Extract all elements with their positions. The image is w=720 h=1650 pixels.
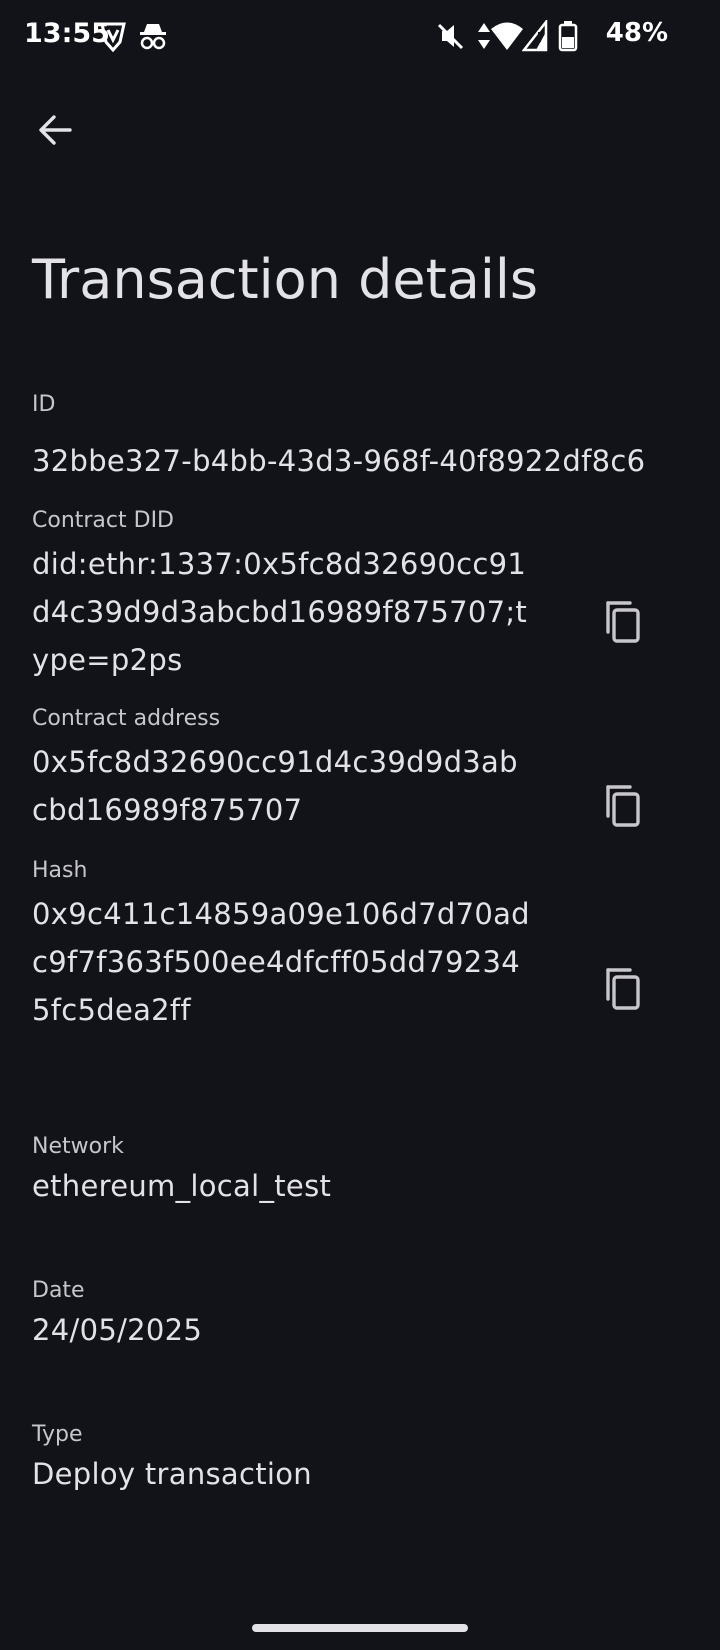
content-copy-icon xyxy=(606,968,640,1010)
battery-icon xyxy=(558,21,578,52)
id-value: 32bbe327-b4bb-43d3-968f-40f8922df8c6 xyxy=(32,444,646,478)
date-value: 24/05/2025 xyxy=(32,1313,203,1347)
contract-address-value: 0x5fc8d32690cc91d4c39d9d3ab cbd16989f875… xyxy=(32,745,518,827)
network-label: Network xyxy=(32,1134,124,1159)
date-label: Date xyxy=(32,1278,85,1303)
contract-address-label: Contract address xyxy=(32,706,221,731)
network-value: ethereum_local_test xyxy=(32,1169,332,1203)
page-title: Transaction details xyxy=(32,248,538,311)
vibrate-mute-icon xyxy=(437,23,464,50)
wifi-icon xyxy=(491,22,523,50)
content-copy-icon xyxy=(606,785,640,827)
copy-contract-did-button[interactable] xyxy=(600,597,648,645)
hash-value: 0x9c411c14859a09e106d7d70ad c9f7f363f500… xyxy=(32,897,530,1027)
copy-hash-button[interactable] xyxy=(600,964,648,1012)
status-time: 13:55 xyxy=(24,18,110,49)
content-copy-icon xyxy=(606,601,640,643)
back-button[interactable] xyxy=(34,108,78,152)
battery-percent: 48% xyxy=(605,18,668,48)
id-label: ID xyxy=(32,392,56,417)
home-indicator[interactable] xyxy=(252,1624,468,1632)
contract-did-value: did:ethr:1337:0x5fc8d32690cc91 d4c39d9d3… xyxy=(32,547,528,677)
cell-signal-icon xyxy=(522,20,548,52)
contract-did-label: Contract DID xyxy=(32,508,175,533)
copy-contract-address-button[interactable] xyxy=(600,781,648,829)
status-bar: 13:55 48% xyxy=(0,0,720,74)
incognito-icon xyxy=(140,24,166,50)
vpn-shield-icon xyxy=(100,22,126,52)
type-label: Type xyxy=(32,1422,83,1447)
hash-label: Hash xyxy=(32,858,88,883)
type-value: Deploy transaction xyxy=(32,1457,312,1491)
arrow-left-icon xyxy=(39,115,72,145)
